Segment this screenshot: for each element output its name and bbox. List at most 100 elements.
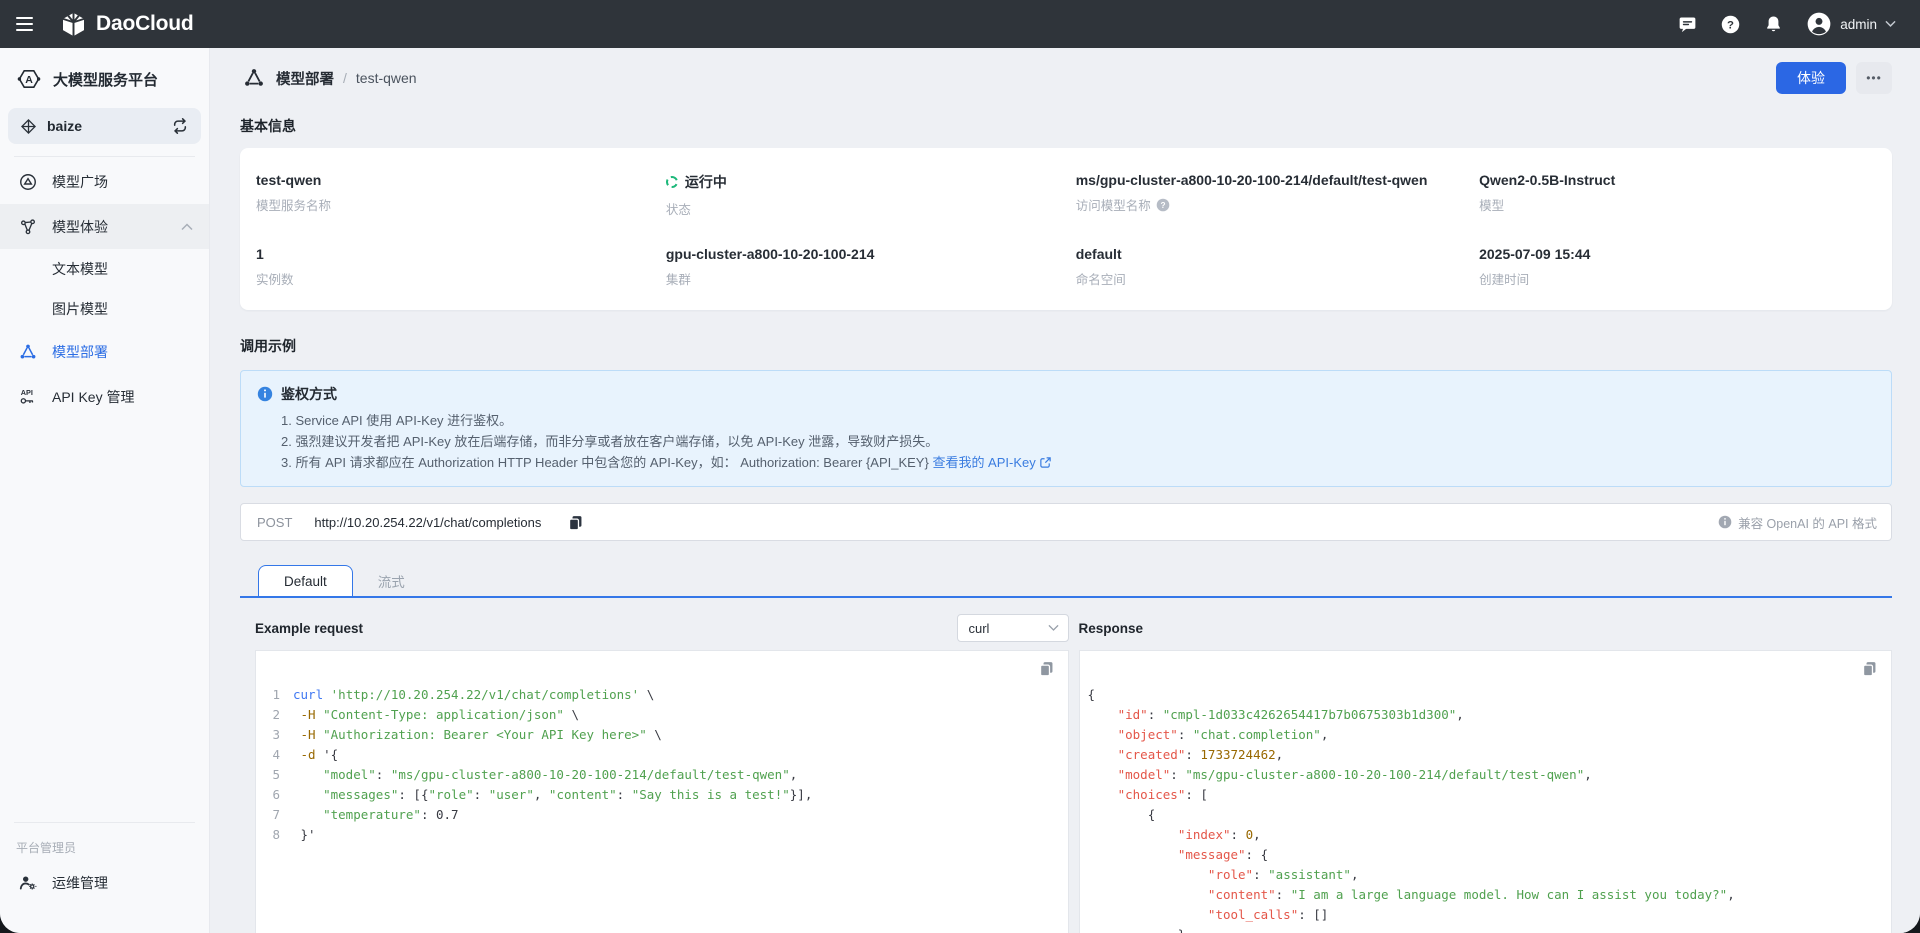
request-header: Example request curl xyxy=(255,614,1069,642)
response-code-line: "created": 1733724462, xyxy=(1088,745,1892,765)
main-area: 模型部署 / test-qwen 体验 ••• 基本信息 test-qwen模型… xyxy=(210,48,1920,933)
sidebar-item-ops-management[interactable]: 运维管理 xyxy=(0,860,209,905)
experience-button[interactable]: 体验 xyxy=(1776,62,1846,94)
request-mode-tabs: Default流式 xyxy=(240,565,1892,598)
response-code-line: "role": "assistant", xyxy=(1088,865,1892,885)
response-code-line: "id": "cmpl-1d033c4262654417b7b0675303b1… xyxy=(1088,705,1892,725)
auth-info-alert: 鉴权方式 1. Service API 使用 API-Key 进行鉴权。2. 强… xyxy=(240,370,1892,487)
openai-compat-text: 兼容 OpenAI 的 API 格式 xyxy=(1738,513,1877,532)
line-number: 8 xyxy=(256,825,280,845)
info-field-1: 运行中状态 xyxy=(666,172,1076,218)
response-code-line: "model": "ms/gpu-cluster-a800-10-20-100-… xyxy=(1088,765,1892,785)
response-code: { "id": "cmpl-1d033c4262654417b7b0675303… xyxy=(1080,685,1892,933)
model-square-icon xyxy=(18,172,38,192)
info-field-0: test-qwen模型服务名称 xyxy=(256,172,666,218)
help-icon[interactable]: ? xyxy=(1720,14,1741,35)
more-actions-button[interactable]: ••• xyxy=(1856,62,1892,94)
auth-line-1: 1. Service API 使用 API-Key 进行鉴权。 xyxy=(281,410,1875,431)
platform-icon: A xyxy=(16,66,42,92)
app-window: DaoCloud ? admin xyxy=(0,0,1920,933)
line-number: 1 xyxy=(256,685,280,705)
field-label: 模型服务名称 xyxy=(256,195,666,214)
tab-default[interactable]: Default xyxy=(258,565,353,596)
sidebar-footer: 平台管理员 运维管理 xyxy=(0,822,209,933)
info-field-2: ms/gpu-cluster-a800-10-20-100-214/defaul… xyxy=(1076,172,1479,218)
sidebar-item-label: 模型部署 xyxy=(52,342,108,362)
avatar xyxy=(1806,11,1832,37)
copy-request-icon[interactable] xyxy=(1038,660,1055,677)
help-circle-icon[interactable]: ? xyxy=(1156,198,1170,212)
sidebar: A 大模型服务平台 baize 模型广场模型体验文本模型图片模型模型部署APIA… xyxy=(0,48,210,933)
model-deploy-icon xyxy=(18,342,38,362)
response-code-line: }, xyxy=(1088,925,1892,933)
sidebar-nav: 模型广场模型体验文本模型图片模型模型部署 APIAPI Key 管理 xyxy=(0,159,209,419)
info-field-7: 2025-07-09 15:44创建时间 xyxy=(1479,246,1876,288)
auth-line-2: 2. 强烈建议开发者把 API-Key 放在后端存储，而非分享或者放在客户端存储… xyxy=(281,431,1875,452)
breadcrumb: 模型部署 / test-qwen 体验 ••• xyxy=(210,48,1920,108)
platform-header: A 大模型服务平台 xyxy=(0,48,209,108)
request-code-line: 1curl 'http://10.20.254.22/v1/chat/compl… xyxy=(256,685,1068,705)
sidebar-subitem-text-model[interactable]: 文本模型 xyxy=(0,249,209,289)
top-navbar: DaoCloud ? admin xyxy=(0,0,1920,48)
copy-url-icon[interactable] xyxy=(567,514,584,531)
field-label: 创建时间 xyxy=(1479,269,1876,288)
field-value: ms/gpu-cluster-a800-10-20-100-214/defaul… xyxy=(1076,172,1479,188)
model-experience-icon xyxy=(18,217,38,237)
topnav-right: ? admin xyxy=(1677,11,1920,37)
request-code-line: 5 "model": "ms/gpu-cluster-a800-10-20-10… xyxy=(256,765,1068,785)
endpoint-bar: POST http://10.20.254.22/v1/chat/complet… xyxy=(240,503,1892,541)
sidebar-subitem-image-model[interactable]: 图片模型 xyxy=(0,289,209,329)
endpoint-url: http://10.20.254.22/v1/chat/completions xyxy=(314,515,541,530)
chevron-down-icon xyxy=(1885,20,1896,27)
response-code-line: "choices": [ xyxy=(1088,785,1892,805)
workspace-gem-icon xyxy=(20,118,37,135)
user-menu[interactable]: admin xyxy=(1806,11,1896,37)
field-label: 访问模型名称? xyxy=(1076,195,1479,214)
field-value: gpu-cluster-a800-10-20-100-214 xyxy=(666,246,1076,262)
field-label: 集群 xyxy=(666,269,1076,288)
model-deploy-icon xyxy=(242,66,266,90)
sidebar-item-label: 模型体验 xyxy=(52,217,108,237)
field-value: Qwen2-0.5B-Instruct xyxy=(1479,172,1876,188)
field-value: default xyxy=(1076,246,1479,262)
info-field-5: gpu-cluster-a800-10-20-100-214 集群 xyxy=(666,246,1076,288)
copy-response-icon[interactable] xyxy=(1861,660,1878,677)
platform-title: 大模型服务平台 xyxy=(53,69,158,90)
workspace-selector[interactable]: baize xyxy=(8,108,201,144)
language-select[interactable]: curl xyxy=(957,614,1069,642)
info-field-6: default命名空间 xyxy=(1076,246,1479,288)
response-code-line: { xyxy=(1088,685,1892,705)
field-value: 运行中 xyxy=(666,172,1076,192)
line-number: 5 xyxy=(256,765,280,785)
language-value: curl xyxy=(969,621,990,636)
sidebar-item-model-deploy[interactable]: 模型部署 xyxy=(0,329,209,374)
sidebar-item-model-square[interactable]: 模型广场 xyxy=(0,159,209,204)
response-code-line: "index": 0, xyxy=(1088,825,1892,845)
response-code-line: "tool_calls": [] xyxy=(1088,905,1892,925)
api-key-icon: API xyxy=(18,387,38,407)
response-label: Response xyxy=(1079,621,1144,636)
request-code-line: 2 -H "Content-Type: application/json" \ xyxy=(256,705,1068,725)
basic-info-title: 基本信息 xyxy=(240,116,1892,136)
request-code-panel: 1curl 'http://10.20.254.22/v1/chat/compl… xyxy=(255,650,1069,933)
breadcrumb-section-link[interactable]: 模型部署 xyxy=(276,68,334,89)
select-chevron-icon xyxy=(1048,624,1059,631)
notifications-bell-icon[interactable] xyxy=(1763,14,1784,35)
messages-icon[interactable] xyxy=(1677,14,1698,35)
code-panels: 1curl 'http://10.20.254.22/v1/chat/compl… xyxy=(255,650,1892,933)
sidebar-item-model-experience[interactable]: 模型体验 xyxy=(0,204,209,249)
call-example-title: 调用示例 xyxy=(240,336,1892,356)
svg-text:A: A xyxy=(25,74,33,86)
sidebar-divider xyxy=(14,156,195,157)
info-field-3: Qwen2-0.5B-Instruct 模型 xyxy=(1479,172,1876,218)
page-content: 基本信息 test-qwen模型服务名称运行中状态ms/gpu-cluster-… xyxy=(210,108,1920,933)
sidebar-item-api-key[interactable]: APIAPI Key 管理 xyxy=(0,374,209,419)
tab-stream[interactable]: 流式 xyxy=(353,565,430,596)
workspace-switch-icon[interactable] xyxy=(171,117,189,135)
auth-line-3: 3. 所有 API 请求都应在 Authorization HTTP Heade… xyxy=(281,452,1875,473)
view-api-key-link[interactable]: 查看我的 API-Key xyxy=(932,455,1051,470)
field-label: 模型 xyxy=(1479,195,1876,214)
menu-toggle-icon[interactable] xyxy=(0,0,46,48)
daocloud-logo[interactable]: DaoCloud xyxy=(60,11,194,38)
role-label: 平台管理员 xyxy=(0,823,209,860)
